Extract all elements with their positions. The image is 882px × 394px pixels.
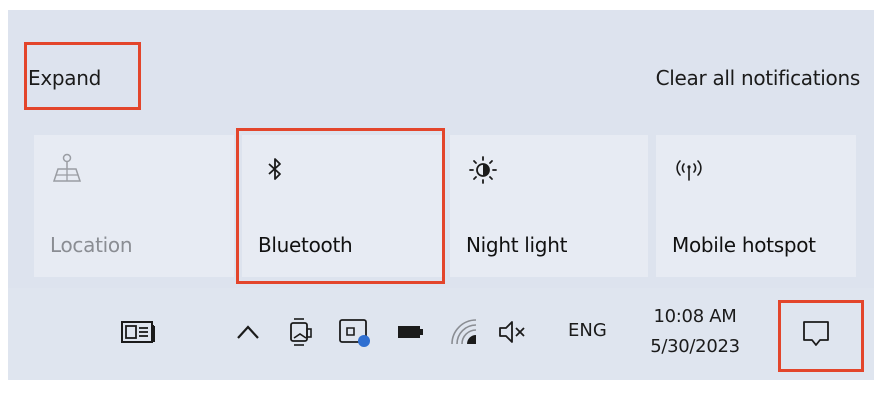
- clock-time: 10:08 AM: [653, 306, 737, 327]
- mobile-hotspot-icon: [676, 160, 702, 181]
- quick-action-bluetooth[interactable]: Bluetooth: [242, 135, 442, 277]
- quick-action-location[interactable]: Location: [34, 135, 234, 277]
- bluetooth-icon: [268, 158, 281, 180]
- show-hidden-icons-chevron[interactable]: [228, 312, 268, 352]
- tile-label-night-light: Night light: [466, 233, 568, 257]
- taskbar: ENG 10:08 AM 5/30/2023: [8, 288, 874, 380]
- quick-action-night-light[interactable]: Night light: [450, 135, 648, 277]
- input-language-indicator[interactable]: ENG: [568, 320, 607, 341]
- tile-label-mobile-hotspot: Mobile hotspot: [672, 233, 816, 257]
- screen: Expand Clear all notifications Location …: [0, 0, 882, 394]
- quick-action-mobile-hotspot[interactable]: Mobile hotspot: [656, 135, 856, 277]
- expand-link[interactable]: Expand: [28, 66, 101, 90]
- tile-label-bluetooth: Bluetooth: [258, 233, 353, 257]
- meet-now-icon[interactable]: [280, 312, 320, 352]
- location-icon: [52, 153, 82, 182]
- clear-all-notifications-link[interactable]: Clear all notifications: [656, 66, 861, 90]
- wifi-icon[interactable]: [444, 312, 484, 352]
- battery-icon[interactable]: [390, 312, 430, 352]
- taskbar-clock[interactable]: 10:08 AM 5/30/2023: [640, 302, 750, 362]
- screen-clip-icon[interactable]: [334, 312, 374, 352]
- action-center-icon[interactable]: [796, 313, 836, 353]
- night-light-icon: [469, 156, 497, 184]
- volume-muted-icon[interactable]: [492, 312, 532, 352]
- tile-label-location: Location: [50, 233, 133, 257]
- news-and-interests-icon[interactable]: [118, 312, 158, 352]
- clock-date: 5/30/2023: [650, 336, 740, 357]
